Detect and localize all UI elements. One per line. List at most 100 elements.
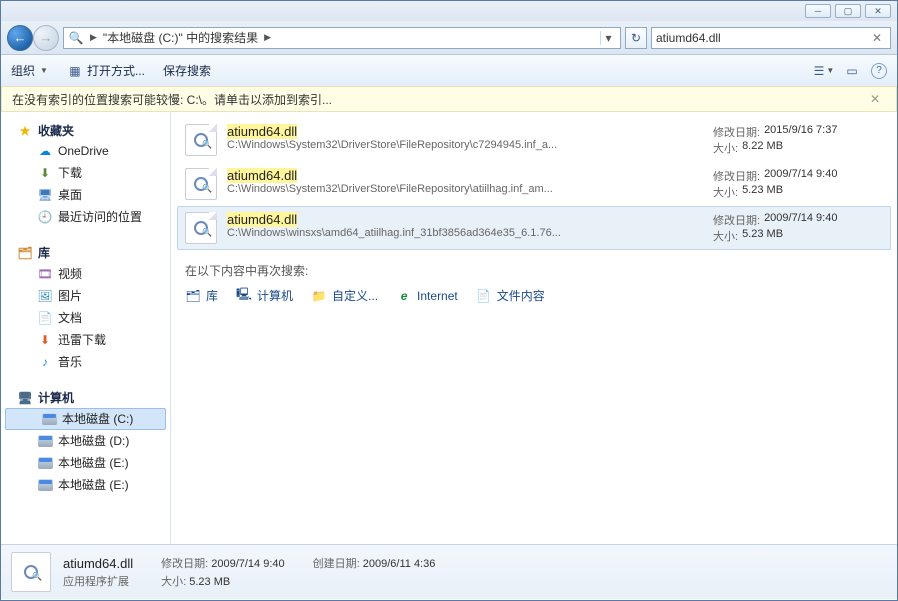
refresh-button[interactable]: ↻ xyxy=(625,27,647,49)
search-result[interactable]: atiumd64.dllC:\Windows\System32\DriverSt… xyxy=(171,118,897,162)
sidebar-item[interactable]: 🖼图片 xyxy=(1,285,170,307)
custom-icon: 📁 xyxy=(311,288,327,304)
sidebar-item[interactable]: ⬇ 下载 xyxy=(1,162,170,184)
search-again-header: 在以下内容中再次搜索: xyxy=(185,262,883,279)
sidebar-item-label: 文档 xyxy=(58,309,82,326)
search-input[interactable] xyxy=(656,31,868,45)
sidebar-item[interactable]: 🕘最近访问的位置 xyxy=(1,206,170,228)
address-bar[interactable]: 🔍 ▶ "本地磁盘 (C:)" 中的搜索结果 ▶ ▾ xyxy=(63,27,621,49)
search-again-label: 自定义... xyxy=(332,287,378,304)
computer-header[interactable]: 🖥 计算机 xyxy=(1,387,170,408)
sidebar-item-label: 桌面 xyxy=(58,186,82,203)
lib-icon: 🗂 xyxy=(185,288,201,304)
result-metadata: 修改日期:2015/9/16 7:37大小:8.22 MB xyxy=(713,124,883,156)
minimize-button[interactable]: ─ xyxy=(805,4,831,18)
open-with-button[interactable]: ▦打开方式... xyxy=(66,62,145,79)
filecontent-icon: 📄 xyxy=(476,288,492,304)
result-metadata: 修改日期:2009/7/14 9:40大小:5.23 MB xyxy=(713,212,883,244)
sidebar-item-label: 下载 xyxy=(58,164,82,181)
search-again-item[interactable]: 🖳计算机 xyxy=(236,287,293,304)
organize-button[interactable]: 组织▼ xyxy=(11,62,48,79)
sidebar-drive-item[interactable]: 本地磁盘 (E:) xyxy=(1,474,170,496)
details-filename: atiumd64.dll xyxy=(63,556,133,571)
search-again-item[interactable]: 📁 自定义... xyxy=(311,287,378,304)
pc-icon: 🖳 xyxy=(236,288,252,304)
search-again-item[interactable]: 🗂库 xyxy=(185,287,218,304)
address-dropdown[interactable]: ▾ xyxy=(600,31,616,45)
details-mod-label: 修改日期: xyxy=(161,558,208,570)
star-icon: ★ xyxy=(17,123,33,139)
sidebar-item-label: OneDrive xyxy=(58,144,109,158)
result-path: C:\Windows\System32\DriverStore\FileRepo… xyxy=(227,183,627,195)
search-again-label: Internet xyxy=(417,289,458,303)
sidebar-item-label: 本地磁盘 (E:) xyxy=(58,476,129,493)
details-size-label: 大小: xyxy=(161,576,186,588)
sidebar-item-label: 本地磁盘 (E:) xyxy=(58,454,129,471)
sidebar: ★ 收藏夹 ☁OneDrive⬇下载🖥桌面🕘最近访问的位置 🗂 库 🎞视频🖼图片… xyxy=(1,112,171,544)
library-icon: 🗂 xyxy=(17,245,33,261)
favorites-header[interactable]: ★ 收藏夹 xyxy=(1,120,170,141)
sidebar-drive-item[interactable]: 本地磁盘 (C:) xyxy=(5,408,166,430)
view-options-button[interactable]: ☰▼ xyxy=(815,63,833,79)
titlebar: ─ ▢ ✕ xyxy=(1,1,897,21)
details-create-label: 创建日期: xyxy=(313,558,360,570)
vid-icon: 🎞 xyxy=(37,266,53,282)
result-path: C:\Windows\System32\DriverStore\FileRepo… xyxy=(227,139,627,151)
details-filetype: 应用程序扩展 xyxy=(63,573,133,589)
sidebar-item[interactable]: ♪音乐 xyxy=(1,351,170,373)
disk-icon xyxy=(37,477,53,493)
details-mod-value: 2009/7/14 9:40 xyxy=(211,558,284,570)
search-result[interactable]: atiumd64.dllC:\Windows\System32\DriverSt… xyxy=(171,162,897,206)
mus-icon: ♪ xyxy=(37,354,53,370)
sidebar-item[interactable]: 🎞 视频 xyxy=(1,263,170,285)
nav-buttons: ← → xyxy=(7,25,59,51)
save-search-button[interactable]: 保存搜索 xyxy=(163,62,211,79)
sidebar-item-label: 本地磁盘 (D:) xyxy=(58,432,129,449)
sidebar-item-label: 最近访问的位置 xyxy=(58,208,142,225)
disk-icon xyxy=(41,411,57,427)
info-bar[interactable]: 在没有索引的位置搜索可能较慢: C:\。请单击以添加到索引... ✕ xyxy=(1,86,897,112)
file-icon xyxy=(185,212,217,244)
infobar-close-button[interactable]: ✕ xyxy=(864,92,886,106)
computer-icon: 🖥 xyxy=(17,390,33,406)
clear-search-button[interactable]: ✕ xyxy=(868,31,886,45)
sidebar-item[interactable]: ☁ OneDrive xyxy=(1,141,170,162)
result-filename: atiumd64.dll xyxy=(227,124,703,139)
close-button[interactable]: ✕ xyxy=(865,4,891,18)
file-icon xyxy=(185,168,217,200)
sidebar-item-label: 图片 xyxy=(58,287,82,304)
navbar: ← → 🔍 ▶ "本地磁盘 (C:)" 中的搜索结果 ▶ ▾ ↻ ✕ xyxy=(1,21,897,55)
preview-pane-button[interactable]: ▭ xyxy=(843,63,861,79)
help-button[interactable]: ? xyxy=(871,63,887,79)
back-button[interactable]: ← xyxy=(7,25,33,51)
sidebar-item-label: 视频 xyxy=(58,265,82,282)
cloud-icon: ☁ xyxy=(37,143,53,159)
sidebar-drive-item[interactable]: 本地磁盘 (D:) xyxy=(1,430,170,452)
details-create-value: 2009/6/11 4:36 xyxy=(363,558,436,570)
details-size-value: 5.23 MB xyxy=(189,576,230,588)
sidebar-item[interactable]: 📄文档 xyxy=(1,307,170,329)
sidebar-item[interactable]: ⬇迅雷下载 xyxy=(1,329,170,351)
chevron-right-icon: ▶ xyxy=(88,32,99,43)
result-metadata: 修改日期:2009/7/14 9:40大小:5.23 MB xyxy=(713,168,883,200)
sidebar-drive-item[interactable]: 本地磁盘 (E:) xyxy=(1,452,170,474)
dl-icon: ⬇ xyxy=(37,165,53,181)
result-path: C:\Windows\winsxs\amd64_atiilhag.inf_31b… xyxy=(227,227,627,239)
info-text: 在没有索引的位置搜索可能较慢: C:\。请单击以添加到索引... xyxy=(12,91,332,108)
forward-button[interactable]: → xyxy=(33,25,59,51)
details-pane: atiumd64.dll 修改日期: 2009/7/14 9:40 创建日期: … xyxy=(1,544,897,599)
search-icon: 🔍 xyxy=(68,30,84,46)
search-again-item[interactable]: eInternet xyxy=(396,288,458,304)
search-box[interactable]: ✕ xyxy=(651,27,891,49)
result-filename: atiumd64.dll xyxy=(227,212,703,227)
search-result[interactable]: atiumd64.dllC:\Windows\winsxs\amd64_atii… xyxy=(177,206,891,250)
chevron-right-icon: ▶ xyxy=(262,32,273,43)
sidebar-item[interactable]: 🖥桌面 xyxy=(1,184,170,206)
search-again-label: 文件内容 xyxy=(497,287,545,304)
toolbar: 组织▼ ▦打开方式... 保存搜索 ☰▼ ▭ ? xyxy=(1,55,897,87)
file-icon xyxy=(185,124,217,156)
search-again-item[interactable]: 📄 文件内容 xyxy=(476,287,545,304)
libraries-header[interactable]: 🗂 库 xyxy=(1,242,170,263)
result-filename: atiumd64.dll xyxy=(227,168,703,183)
maximize-button[interactable]: ▢ xyxy=(835,4,861,18)
